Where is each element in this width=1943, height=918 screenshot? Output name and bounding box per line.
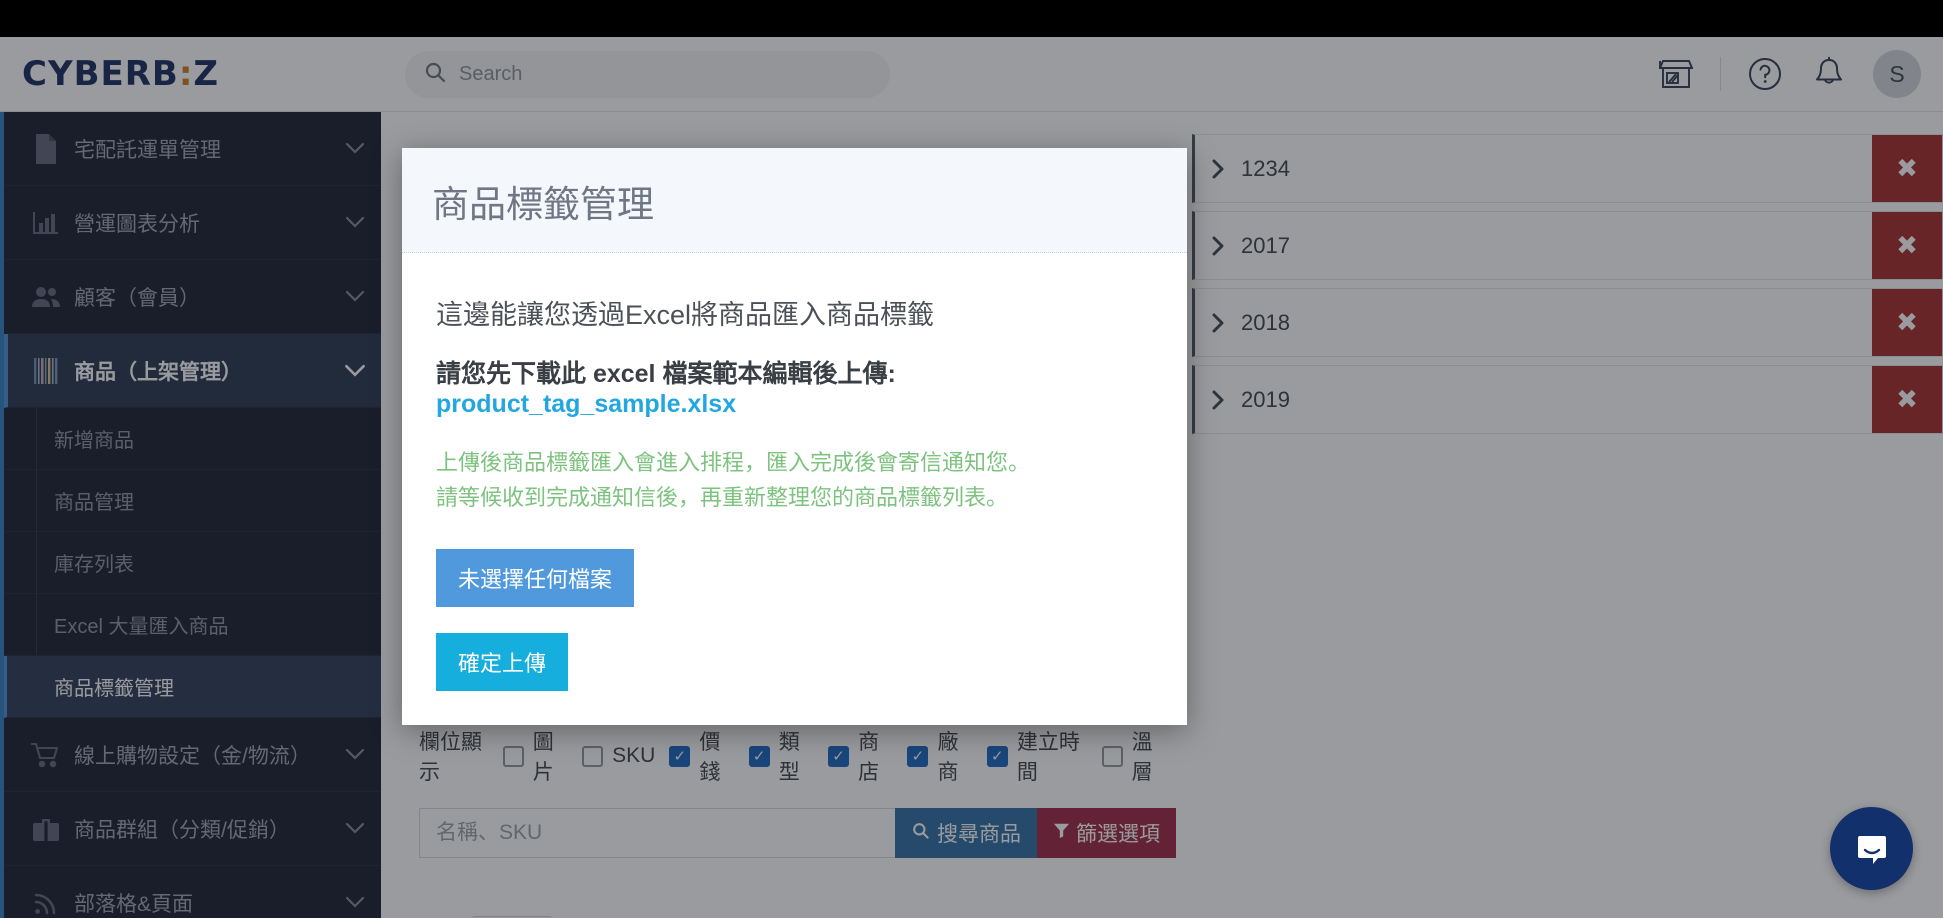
modal-notice-line-2: 請等候收到完成通知信後，再重新整理您的商品標籤列表。 xyxy=(436,485,1009,511)
confirm-upload-button[interactable]: 確定上傳 xyxy=(436,633,569,692)
modal-title: 商品標籤管理 xyxy=(432,184,654,225)
chat-bubble-icon[interactable] xyxy=(1830,807,1913,890)
modal-notice: 上傳後商品標籤匯入會進入排程，匯入完成後會寄信通知您。 請等候收到完成通知信後，… xyxy=(436,445,1153,515)
modal-intro-text: 這邊能讓您透過Excel將商品匯入商品標籤 xyxy=(436,300,935,330)
modal-file-button-row: 未選擇任何檔案 xyxy=(436,549,1153,633)
modal-notice-line-1: 上傳後商品標籤匯入會進入排程，匯入完成後會寄信通知您。 xyxy=(436,450,1031,475)
browser-chrome-strip xyxy=(0,0,1943,37)
sample-file-link[interactable]: product_tag_sample.xlsx xyxy=(436,390,736,418)
app-root: CYBERB:Z Search S 宅配託運單管理 營運圖表分析 顧客（會員） … xyxy=(0,0,1943,918)
choose-file-button[interactable]: 未選擇任何檔案 xyxy=(436,549,635,608)
modal-download-prefix: 請您先下載此 excel 檔案範本編輯後上傳: xyxy=(436,360,896,388)
modal-body: 這邊能讓您透過Excel將商品匯入商品標籤 請您先下載此 excel 檔案範本編… xyxy=(402,253,1187,726)
modal-upload-button-row: 確定上傳 xyxy=(436,633,1153,692)
modal-header: 商品標籤管理 xyxy=(402,148,1187,253)
import-product-tags-modal: 商品標籤管理 這邊能讓您透過Excel將商品匯入商品標籤 請您先下載此 exce… xyxy=(402,148,1187,726)
modal-download-row: 請您先下載此 excel 檔案範本編輯後上傳: product_tag_samp… xyxy=(436,354,1153,419)
